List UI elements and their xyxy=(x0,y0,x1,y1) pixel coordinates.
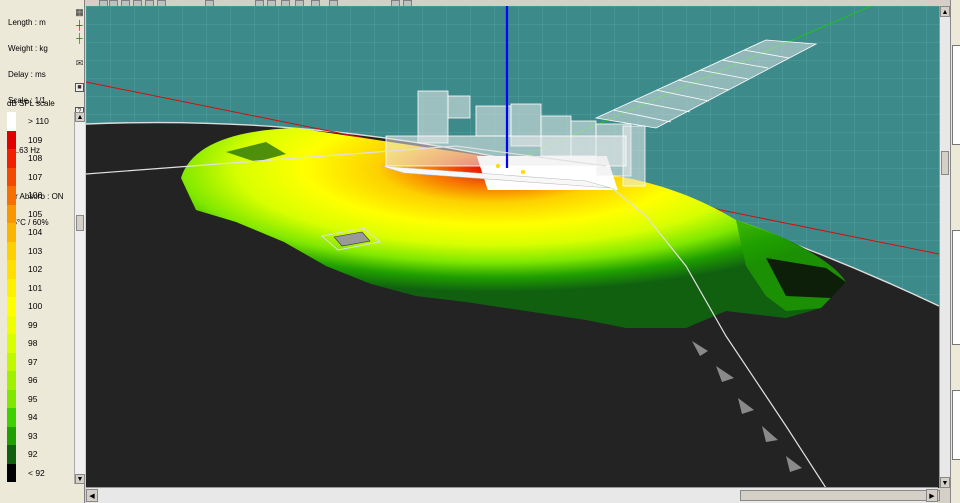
envelope-icon[interactable]: ✉ xyxy=(75,59,84,68)
color-swatch xyxy=(7,426,16,445)
color-swatch xyxy=(7,167,16,186)
legend-label: 107 xyxy=(28,171,43,182)
color-swatch xyxy=(7,352,16,371)
legend-label: 108 xyxy=(28,153,43,163)
right-list-box[interactable] xyxy=(952,390,960,460)
legend-label: 93 xyxy=(28,430,38,441)
marker-point xyxy=(495,163,501,169)
color-swatch xyxy=(7,186,16,205)
color-swatch xyxy=(7,130,16,149)
vertical-scroll-thumb[interactable] xyxy=(941,151,949,175)
legend-label: < 92 xyxy=(28,467,45,478)
legend-label: 99 xyxy=(28,319,38,330)
legend-label: 106 xyxy=(28,190,43,200)
horizontal-scrollbar[interactable]: ◀ ▶ xyxy=(86,487,940,503)
color-swatch xyxy=(7,389,16,408)
legend-label: 102 xyxy=(28,264,43,274)
color-swatch xyxy=(7,241,16,260)
scroll-down-icon[interactable]: ▼ xyxy=(940,477,950,488)
legend-label: 92 xyxy=(28,449,38,459)
legend-label: 97 xyxy=(28,356,38,367)
legend-label: > 110 xyxy=(28,116,49,126)
grid-icon[interactable]: ▦ xyxy=(75,8,84,17)
scroll-thumb[interactable] xyxy=(76,215,84,231)
color-scale-bar xyxy=(7,112,16,482)
legend-label: 101 xyxy=(28,282,43,293)
marker-point xyxy=(520,169,526,175)
color-swatch xyxy=(7,445,16,464)
legend-label: 96 xyxy=(28,375,38,385)
color-swatch xyxy=(7,278,16,297)
scroll-up-icon[interactable]: ▲ xyxy=(940,6,950,17)
color-swatch xyxy=(7,315,16,334)
color-swatch xyxy=(7,408,16,427)
3d-viewport[interactable] xyxy=(86,6,939,488)
weight-unit: Weight : kg xyxy=(8,43,48,53)
delay-unit: Delay : ms xyxy=(8,69,46,79)
scroll-down-icon[interactable]: ▼ xyxy=(75,474,85,484)
info-panel: Length : m Weight : kg Delay : ms Scale … xyxy=(0,0,85,503)
color-swatch xyxy=(7,334,16,353)
color-swatch xyxy=(7,463,16,482)
color-swatch xyxy=(7,204,16,223)
right-list-box[interactable] xyxy=(952,230,960,345)
legend-title: dB SPL scale xyxy=(7,99,55,108)
length-unit: Length : m xyxy=(8,18,46,28)
legend-label: 104 xyxy=(28,227,43,237)
right-list-box[interactable] xyxy=(952,45,960,145)
color-swatch xyxy=(7,297,16,316)
legend-label: 95 xyxy=(28,393,38,404)
color-swatch xyxy=(7,112,16,131)
speaker-icon[interactable]: ■ xyxy=(75,83,84,92)
legend-label: 109 xyxy=(28,134,43,145)
horizontal-scroll-thumb[interactable] xyxy=(740,490,940,501)
legend-scrollbar[interactable]: ▲ ▼ xyxy=(74,112,85,484)
vertical-scrollbar[interactable]: ▲ ▼ xyxy=(939,6,950,488)
legend-label: 105 xyxy=(28,208,43,219)
color-swatch xyxy=(7,223,16,242)
legend-label: 98 xyxy=(28,338,38,348)
color-swatch xyxy=(7,260,16,279)
scroll-left-icon[interactable]: ◀ xyxy=(86,489,98,502)
right-panel xyxy=(950,0,960,503)
legend-label: 94 xyxy=(28,412,38,422)
scroll-up-icon[interactable]: ▲ xyxy=(75,112,85,122)
scroll-right-icon[interactable]: ▶ xyxy=(926,489,938,502)
legend-label: 103 xyxy=(28,245,43,256)
axis-red-icon[interactable]: ┼ xyxy=(75,21,84,30)
axis-green-icon[interactable]: ┼ xyxy=(75,34,84,43)
color-swatch xyxy=(7,149,16,168)
color-swatch xyxy=(7,371,16,390)
legend-label: 100 xyxy=(28,301,43,311)
